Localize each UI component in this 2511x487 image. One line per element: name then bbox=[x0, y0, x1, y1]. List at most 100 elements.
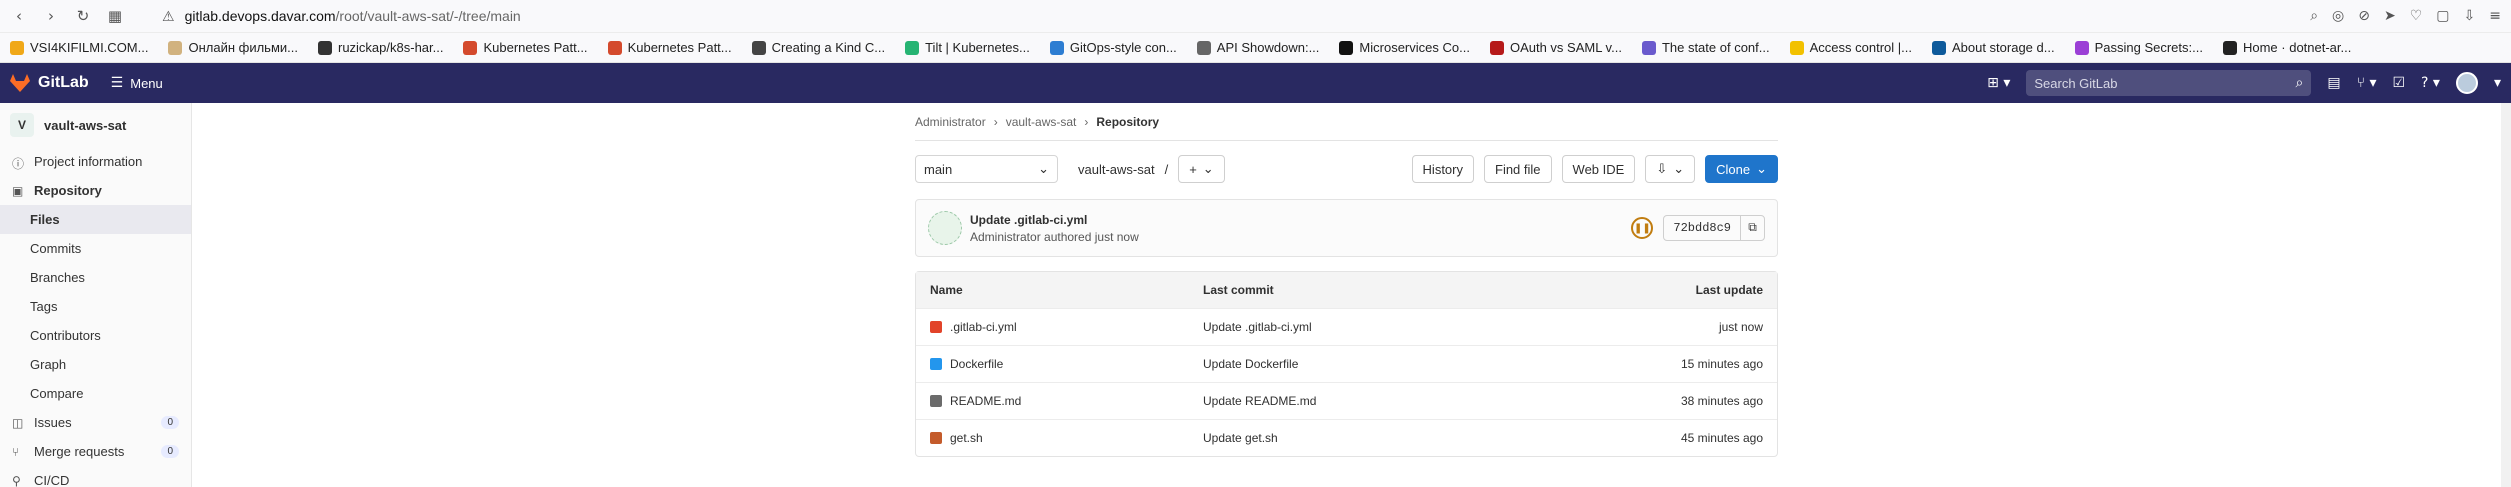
file-icon bbox=[930, 395, 942, 407]
copy-icon[interactable]: ⧉ bbox=[1740, 216, 1764, 240]
file-name[interactable]: Dockerfile bbox=[950, 357, 1003, 371]
bookmark-label: ruzickap/k8s-har... bbox=[337, 40, 444, 55]
file-last-commit[interactable]: Update get.sh bbox=[1203, 431, 1597, 445]
tabs-grid-icon[interactable]: ▦ bbox=[106, 7, 124, 25]
sidebar-item-cicd[interactable]: ⚲ CI/CD bbox=[0, 466, 191, 487]
bookmark-item[interactable]: Kubernetes Patt... bbox=[463, 40, 588, 55]
back-icon[interactable]: ‹ bbox=[10, 7, 28, 25]
new-item-icon[interactable]: ⊞ ▾ bbox=[1987, 75, 2010, 91]
bookmark-item[interactable]: ruzickap/k8s-har... bbox=[317, 40, 444, 55]
menu-button[interactable]: ☰ Menu bbox=[111, 75, 163, 91]
bookmark-item[interactable]: Kubernetes Patt... bbox=[607, 40, 732, 55]
web-ide-button[interactable]: Web IDE bbox=[1561, 155, 1636, 183]
browser-toolbar: ‹ › ↻ ▦ ⚠ gitlab.devops.davar.com/root/v… bbox=[0, 0, 2511, 33]
hamburger-icon: ☰ bbox=[110, 75, 124, 91]
commit-title[interactable]: Update .gitlab-ci.yml bbox=[970, 213, 1139, 227]
chevron-down-icon[interactable]: ▾ bbox=[2494, 75, 2501, 91]
sidebar-item-issues[interactable]: ◫ Issues 0 bbox=[0, 408, 191, 437]
bookmark-icon bbox=[10, 40, 24, 55]
project-header[interactable]: V vault-aws-sat bbox=[0, 103, 191, 147]
table-row[interactable]: get.sh Update get.sh 45 minutes ago bbox=[916, 419, 1777, 456]
pipeline-status-icon[interactable]: ❚❚ bbox=[1631, 217, 1654, 239]
box-icon[interactable]: ▢ bbox=[2436, 8, 2449, 24]
sidebar-item-graph[interactable]: Graph bbox=[0, 350, 191, 379]
gitlab-logo[interactable]: GitLab bbox=[10, 74, 89, 92]
todos-icon[interactable]: ☑ bbox=[2392, 75, 2405, 91]
bookmark-item[interactable]: VSI4KIFILMI.COM... bbox=[10, 40, 148, 55]
sidebar-item-label: Repository bbox=[34, 183, 102, 198]
bookmark-item[interactable]: Home · dotnet-ar... bbox=[2222, 40, 2351, 55]
user-avatar[interactable] bbox=[2455, 72, 2478, 94]
repo-toolbar: main ⌄ vault-aws-sat / + ⌄ History Find … bbox=[915, 155, 1778, 183]
bookmark-item[interactable]: Access control |... bbox=[1789, 40, 1912, 55]
download-button[interactable]: ⇩ ⌄ bbox=[1645, 155, 1696, 183]
history-button[interactable]: History bbox=[1411, 155, 1474, 183]
scrollbar[interactable] bbox=[2501, 103, 2511, 487]
issues-icon: ◫ bbox=[12, 415, 24, 430]
bookmark-item[interactable]: Creating a Kind C... bbox=[751, 40, 885, 55]
breadcrumb-project[interactable]: vault-aws-sat bbox=[1006, 115, 1077, 129]
search-input[interactable]: Search GitLab ⌕ bbox=[2026, 70, 2312, 96]
table-row[interactable]: .gitlab-ci.yml Update .gitlab-ci.yml just … bbox=[916, 308, 1777, 345]
heart-icon[interactable]: ♡ bbox=[2410, 8, 2423, 24]
bookmark-item[interactable]: Tilt | Kubernetes... bbox=[905, 40, 1030, 55]
bookmark-item[interactable]: Passing Secrets:... bbox=[2074, 40, 2203, 55]
sidebar-item-tags[interactable]: Tags bbox=[0, 292, 191, 321]
sidebar-item-contributors[interactable]: Contributors bbox=[0, 321, 191, 350]
breadcrumb-repository[interactable]: Repository bbox=[1096, 115, 1159, 129]
bookmark-item[interactable]: GitOps-style con... bbox=[1049, 40, 1177, 55]
commit-author-avatar[interactable] bbox=[928, 211, 962, 245]
sidebar-item-repository[interactable]: ▣ Repository bbox=[0, 176, 191, 205]
download-icon[interactable]: ⇩ bbox=[2464, 8, 2476, 24]
sidebar-item-branches[interactable]: Branches bbox=[0, 263, 191, 292]
clone-button[interactable]: Clone ⌄ bbox=[1705, 155, 1778, 183]
block-icon[interactable]: ⊘ bbox=[2358, 8, 2370, 24]
add-file-button[interactable]: + ⌄ bbox=[1178, 155, 1225, 183]
table-row[interactable]: Dockerfile Update Dockerfile 15 minutes ag… bbox=[916, 345, 1777, 382]
merge-requests-icon[interactable]: ⑂ ▾ bbox=[2357, 75, 2377, 91]
file-name[interactable]: .gitlab-ci.yml bbox=[950, 320, 1017, 334]
sidebar-item-commits[interactable]: Commits bbox=[0, 234, 191, 263]
bookmark-icon bbox=[2222, 40, 2237, 55]
file-name[interactable]: get.sh bbox=[950, 431, 983, 445]
merge-request-icon: ⑂ bbox=[12, 444, 20, 459]
bookmark-icon bbox=[1641, 40, 1656, 55]
address-bar[interactable]: ⚠ gitlab.devops.davar.com/root/vault-aws… bbox=[162, 8, 2296, 25]
forward-icon[interactable]: › bbox=[42, 7, 60, 25]
file-last-commit[interactable]: Update README.md bbox=[1203, 394, 1597, 408]
branch-label: main bbox=[924, 161, 953, 177]
sidebar-item-compare[interactable]: Compare bbox=[0, 379, 191, 408]
commit-author[interactable]: Administrator bbox=[970, 230, 1041, 244]
send-icon[interactable]: ➤ bbox=[2384, 8, 2396, 24]
bookmark-item[interactable]: About storage d... bbox=[1931, 40, 2055, 55]
file-last-commit[interactable]: Update .gitlab-ci.yml bbox=[1203, 320, 1597, 334]
find-file-button[interactable]: Find file bbox=[1484, 155, 1552, 183]
file-last-commit[interactable]: Update Dockerfile bbox=[1203, 357, 1597, 371]
zoom-icon[interactable]: ⌕ bbox=[2310, 8, 2318, 24]
bookmark-item[interactable]: API Showdown:... bbox=[1196, 40, 1320, 55]
issues-icon[interactable]: ▤ bbox=[2327, 75, 2340, 91]
sidebar-item-files[interactable]: Files bbox=[0, 205, 191, 234]
file-last-update: 15 minutes ago bbox=[1680, 357, 1763, 371]
repo-path[interactable]: vault-aws-sat bbox=[1078, 162, 1155, 177]
screenshot-icon[interactable]: ◎ bbox=[2332, 8, 2344, 24]
menu-icon[interactable]: ≡ bbox=[2489, 8, 2501, 24]
file-icon bbox=[930, 358, 942, 370]
sidebar-item-merge-requests[interactable]: ⑂ Merge requests 0 bbox=[0, 437, 191, 466]
bookmark-item[interactable]: The state of conf... bbox=[1641, 40, 1770, 55]
bookmark-item[interactable]: Онлайн фильми... bbox=[168, 40, 298, 55]
sidebar-item-project-information[interactable]: ⓘ Project information bbox=[0, 147, 191, 176]
bookmark-item[interactable]: OAuth vs SAML v... bbox=[1489, 40, 1622, 55]
sidebar-item-label: Merge requests bbox=[34, 444, 125, 459]
reload-icon[interactable]: ↻ bbox=[74, 7, 92, 25]
bookmark-label: API Showdown:... bbox=[1216, 40, 1320, 55]
bookmark-label: VSI4KIFILMI.COM... bbox=[30, 40, 149, 55]
branch-selector[interactable]: main ⌄ bbox=[915, 155, 1058, 183]
breadcrumb-administrator[interactable]: Administrator bbox=[915, 115, 986, 129]
header-actions: ⊞ ▾ Search GitLab ⌕ ▤ ⑂ ▾ ☑ ? ▾ ▾ bbox=[1987, 70, 2501, 96]
table-row[interactable]: README.md Update README.md 38 minutes ago bbox=[916, 382, 1777, 419]
commit-sha-value[interactable]: 72bdd8c9 bbox=[1664, 221, 1740, 235]
file-name[interactable]: README.md bbox=[950, 394, 1021, 408]
help-icon[interactable]: ? ▾ bbox=[2421, 75, 2440, 91]
bookmark-item[interactable]: Microservices Co... bbox=[1339, 40, 1470, 55]
